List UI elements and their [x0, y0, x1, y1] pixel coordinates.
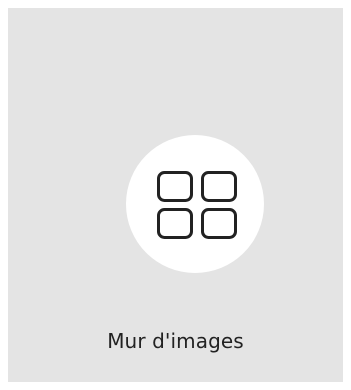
- grid-cell-bottom-right-icon: [201, 208, 237, 239]
- video-wall-tile[interactable]: Mur d'images: [8, 8, 343, 382]
- grid-cell-bottom-left-icon: [157, 208, 193, 239]
- tile-icon-circle: [126, 135, 264, 273]
- grid-2x2-icon: [157, 171, 237, 239]
- tile-label: Mur d'images: [107, 329, 244, 353]
- grid-cell-top-right-icon: [201, 171, 237, 202]
- grid-cell-top-left-icon: [157, 171, 193, 202]
